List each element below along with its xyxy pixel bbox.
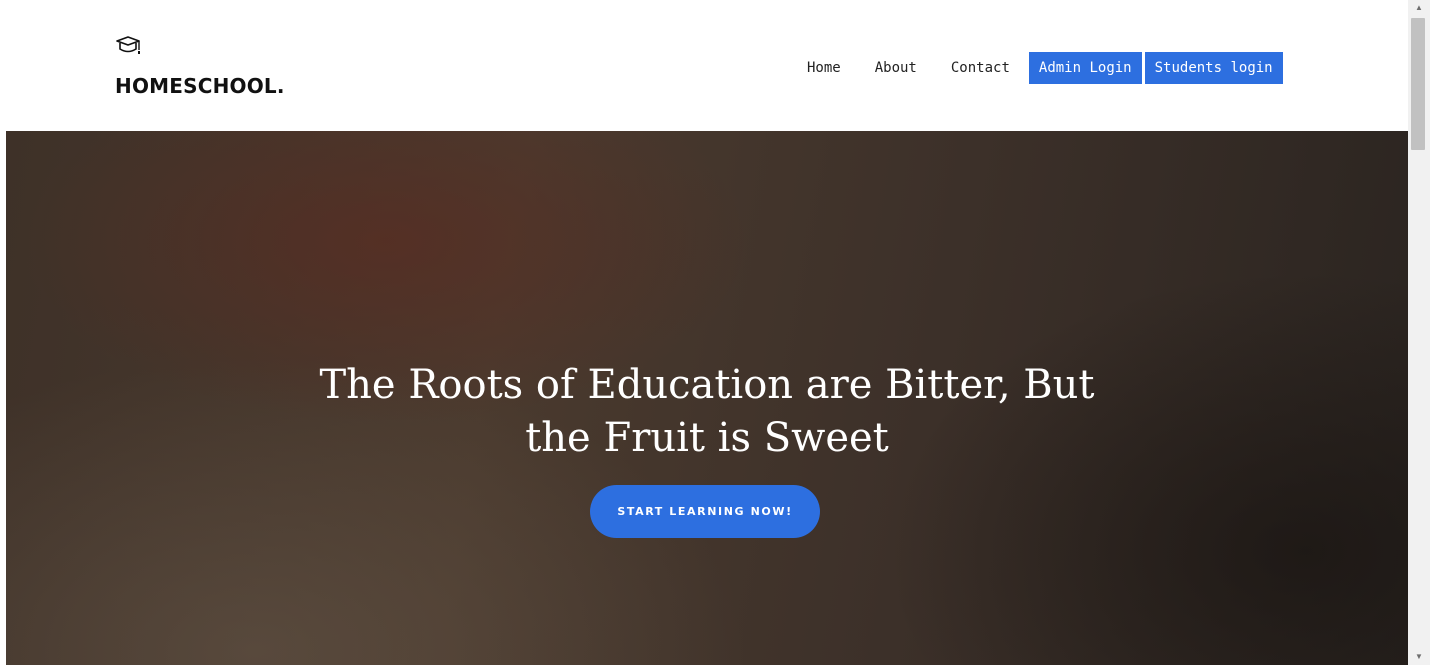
nav-link-home[interactable]: Home: [797, 52, 858, 84]
nav-link-about[interactable]: About: [858, 52, 934, 84]
hero-section: The Roots of Education are Bitter, But t…: [6, 131, 1408, 665]
page-scrollbar[interactable]: ▲ ▼: [1408, 0, 1430, 665]
scroll-up-arrow-icon[interactable]: ▲: [1408, 0, 1430, 16]
graduation-cap-icon: [116, 36, 140, 54]
brand-name: HOMESCHOOL.: [115, 74, 285, 98]
start-learning-button[interactable]: START LEARNING NOW!: [590, 485, 820, 538]
hero-title-line-2: the Fruit is Sweet: [525, 415, 889, 461]
brand-logo[interactable]: HOMESCHOOL.: [115, 34, 284, 98]
hero-title: The Roots of Education are Bitter, But t…: [6, 359, 1408, 465]
site-header: HOMESCHOOL. Home About Contact Admin Log…: [0, 0, 1408, 131]
nav-link-contact[interactable]: Contact: [934, 52, 1027, 84]
admin-login-button[interactable]: Admin Login: [1028, 52, 1142, 84]
main-nav: Home About Contact Admin Login Students …: [797, 52, 1283, 84]
hero-title-line-1: The Roots of Education are Bitter, But: [319, 362, 1095, 408]
scrollbar-thumb[interactable]: [1411, 18, 1425, 150]
students-login-button[interactable]: Students login: [1144, 52, 1283, 84]
scroll-down-arrow-icon[interactable]: ▼: [1408, 649, 1430, 665]
